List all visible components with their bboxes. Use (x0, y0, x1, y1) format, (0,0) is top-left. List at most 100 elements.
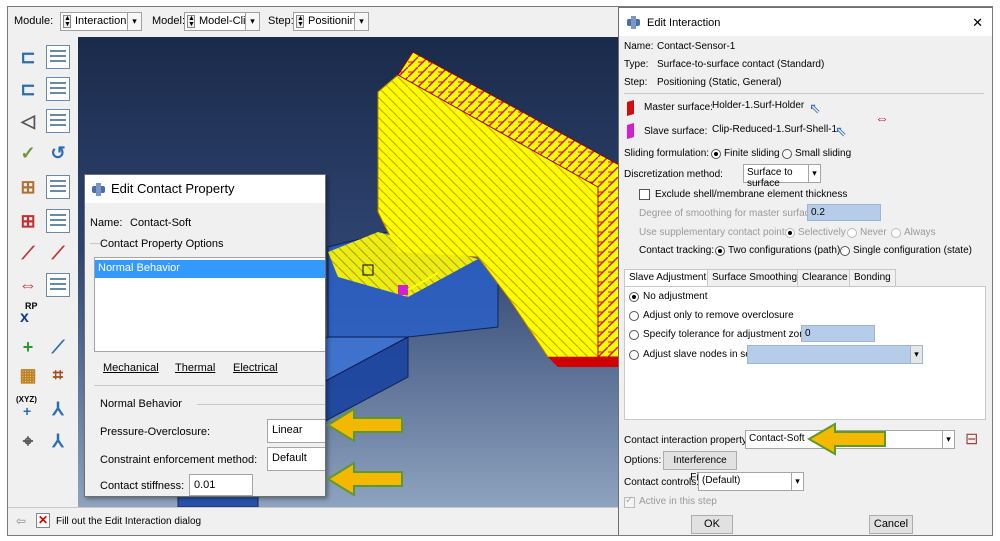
wire-edit-icon[interactable]: ⟋ (46, 241, 70, 265)
name-value: Contact-Sensor-1 (657, 41, 736, 52)
create-interaction-property-icon[interactable]: ⊏ (16, 77, 40, 101)
x-mark-icon: x (20, 309, 29, 326)
ok-button[interactable]: OK (691, 515, 733, 534)
overclosure-radio[interactable] (629, 311, 639, 321)
options-list[interactable]: Normal Behavior (94, 257, 325, 352)
prompt-bar: ⇦ ✕ Fill out the Edit Interaction dialog (8, 507, 628, 535)
always-radio[interactable] (891, 228, 901, 238)
stiffness-input[interactable]: 0.01 (189, 474, 253, 496)
discretization-label: Discretization method: (624, 169, 723, 180)
select-pointer-icon[interactable]: ⇖ (809, 100, 821, 117)
slave-surface-icon (627, 123, 634, 139)
exclude-thickness-label: Exclude shell/membrane element thickness (655, 189, 848, 200)
model-label: Model: (152, 15, 186, 27)
slave-nodes-label: Adjust slave nodes in set: (643, 349, 757, 360)
csys-axes-icon[interactable]: ⅄ (46, 397, 70, 421)
abaqus-window: Module: ▲ ▼ Interaction ▾ Model: ▲ ▼ Model… (7, 6, 993, 536)
module-label: Module: (14, 15, 54, 27)
dialog-title-bar: Edit Contact Property (85, 175, 325, 203)
control-manager-icon[interactable] (46, 109, 70, 133)
wire-icon[interactable]: ⟋ (16, 241, 40, 265)
connector-manager-icon[interactable] (46, 209, 70, 233)
constraint-icon[interactable]: ⊞ (16, 175, 40, 199)
tab-bonding[interactable]: Bonding (849, 269, 896, 286)
switch-surfaces-icon[interactable]: ⇔ (875, 110, 889, 126)
discretization-select[interactable]: Surface to surface ▾ (743, 164, 821, 189)
cancel-x-icon[interactable]: ✕ (36, 513, 50, 528)
slave-value: Clip-Reduced-1.Surf-Shell-1 (712, 124, 838, 135)
tab-slave-adjustment[interactable]: Slave Adjustment (624, 269, 712, 287)
cancel-button[interactable]: Cancel (869, 515, 913, 534)
datum-csys-icon[interactable]: (XYZ) + (16, 395, 40, 421)
chevron-down-icon: ▾ (354, 13, 368, 30)
constraint-select[interactable]: Default (267, 447, 325, 471)
back-arrow-icon[interactable]: ⇦ (16, 514, 30, 528)
reference-point-icon[interactable]: RP x (18, 301, 42, 327)
tolerance-label: Specify tolerance for adjustment zone: (643, 329, 814, 340)
slave-nodes-radio[interactable] (629, 350, 639, 360)
datum-axis-icon[interactable]: ⟋ (46, 335, 70, 359)
step-combo[interactable]: ▲ ▼ Positioning ▾ (293, 12, 369, 31)
query-icon[interactable]: ⌖ (16, 429, 40, 453)
dialog-icon (627, 16, 640, 29)
dialog-title: Edit Contact Property (111, 181, 235, 196)
slave-nodes-select[interactable]: ▾ (747, 345, 923, 364)
single-config-radio[interactable] (840, 246, 850, 256)
name-label: Name: (90, 217, 123, 229)
amplitude-icon[interactable]: ✓ (16, 141, 40, 165)
spin-icon: ▲ ▼ (296, 15, 304, 28)
tab-surface-smoothing[interactable]: Surface Smoothing (707, 269, 803, 286)
overclosure-label: Adjust only to remove overclosure (643, 310, 794, 321)
interference-fit-button[interactable]: Interference Fit... (663, 451, 737, 483)
menu-thermal[interactable]: Thermal (175, 362, 215, 374)
constraint-manager-icon[interactable] (46, 175, 70, 199)
section-assignment-icon[interactable]: ⇔ (16, 273, 40, 297)
exclude-thickness-checkbox[interactable] (639, 189, 650, 200)
create-property-icon[interactable]: ⊟ (965, 429, 978, 449)
module-combo[interactable]: ▲ ▼ Interaction ▾ (60, 12, 142, 31)
chevron-down-icon: ▾ (910, 346, 922, 363)
no-adjustment-label: No adjustment (643, 291, 708, 302)
datum-plane-icon[interactable]: ▦ (16, 363, 40, 387)
no-adjustment-radio[interactable] (629, 292, 639, 302)
create-interaction-icon[interactable]: ⊏ (16, 45, 40, 69)
master-label: Master surface: (644, 102, 713, 113)
select-pointer-icon[interactable]: ⇖ (835, 123, 847, 140)
list-item-label: Normal Behavior (98, 262, 180, 274)
active-step-checkbox[interactable] (624, 495, 635, 508)
list-item-normal-behavior[interactable]: Normal Behavior (95, 260, 325, 278)
name-value: Contact-Soft (130, 217, 192, 229)
interaction-manager-icon[interactable] (46, 45, 70, 69)
property-manager-icon[interactable] (46, 77, 70, 101)
menu-mechanical[interactable]: Mechanical (103, 362, 159, 374)
separator (94, 385, 324, 386)
selectively-radio[interactable] (785, 228, 795, 238)
csys-display-icon[interactable]: ⅄ (46, 429, 70, 453)
never-radio[interactable] (847, 228, 857, 238)
tab-panel: No adjustment Adjust only to remove over… (624, 286, 986, 420)
always-label: Always (904, 227, 936, 238)
smoothing-input[interactable]: 0.2 (807, 204, 881, 221)
finite-sliding-radio[interactable] (711, 149, 721, 159)
add-icon[interactable]: + (16, 335, 40, 359)
name-label: Name: (624, 41, 654, 52)
model-combo[interactable]: ▲ ▼ Model-Clip ▾ (184, 12, 260, 31)
two-config-radio[interactable] (715, 246, 725, 256)
menu-electrical[interactable]: Electrical (233, 362, 278, 374)
connector-icon[interactable]: ⊞ (16, 209, 40, 233)
contact-control-icon[interactable]: ◁ (16, 109, 40, 133)
tolerance-input[interactable]: 0 (801, 325, 875, 342)
pressure-value: Linear (272, 424, 303, 436)
close-icon[interactable]: ✕ (972, 15, 983, 31)
section-manager-icon[interactable] (46, 273, 70, 297)
step-label: Step: (624, 77, 648, 88)
tolerance-radio[interactable] (629, 330, 639, 340)
controls-select[interactable]: (Default) ▾ (698, 472, 804, 491)
smoothing-label: Degree of smoothing for master surface: (639, 208, 818, 219)
dialog-title: Edit Interaction (647, 17, 721, 29)
partition-icon[interactable]: ⌗ (46, 363, 70, 387)
tab-clearance[interactable]: Clearance (797, 269, 853, 286)
refresh-icon[interactable]: ↺ (46, 141, 70, 165)
pressure-select[interactable]: Linear (267, 419, 325, 443)
small-sliding-radio[interactable] (782, 149, 792, 159)
